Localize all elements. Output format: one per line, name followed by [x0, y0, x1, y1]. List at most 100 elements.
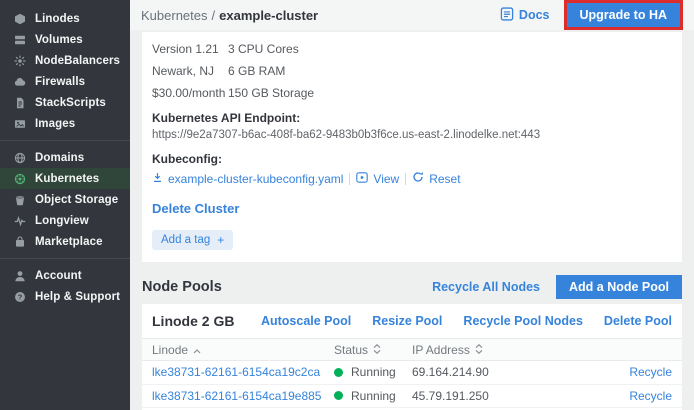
node-pools-title: Node Pools	[142, 279, 222, 295]
sidebar-item-object-storage[interactable]: Object Storage	[0, 189, 130, 210]
nodebalancers-icon	[13, 54, 26, 67]
object-storage-icon	[13, 193, 26, 206]
status-label: Running	[351, 365, 396, 379]
account-icon	[13, 269, 26, 282]
column-header-ip-address[interactable]: IP Address	[412, 343, 672, 357]
domains-icon	[13, 151, 26, 164]
table-row: lke38731-62161-6154ca19c2ca Running 69.1…	[142, 361, 682, 385]
sidebar-item-linodes[interactable]: Linodes	[0, 8, 130, 29]
breadcrumb-kubernetes-link[interactable]: Kubernetes	[141, 8, 208, 23]
longview-icon	[13, 214, 26, 227]
node-status: Running	[334, 389, 412, 403]
sidebar-item-images[interactable]: Images	[0, 113, 130, 134]
cluster-price: $30.00/month	[152, 87, 228, 100]
node-link[interactable]: lke38731-62161-6154ca19c2ca	[152, 365, 334, 379]
sidebar: Linodes Volumes NodeBalancers Firewalls	[0, 0, 130, 410]
sidebar-item-marketplace[interactable]: Marketplace	[0, 231, 130, 252]
sidebar-item-label: Firewalls	[35, 76, 85, 88]
cluster-storage: 150 GB Storage	[228, 87, 672, 100]
sidebar-divider	[0, 140, 130, 141]
stackscripts-icon	[13, 96, 26, 109]
sidebar-item-firewalls[interactable]: Firewalls	[0, 71, 130, 92]
column-label: IP Address	[412, 343, 470, 357]
plus-icon: +	[217, 233, 224, 247]
recycle-node-link[interactable]: Recycle	[629, 389, 672, 403]
node-pools-header: Node Pools Recycle All Nodes Add a Node …	[130, 275, 694, 299]
node-ip: 69.164.214.90	[412, 365, 629, 379]
delete-pool-link[interactable]: Delete Pool	[604, 314, 672, 328]
svg-text:?: ?	[17, 292, 22, 301]
kubeconfig-view-link[interactable]: View	[356, 172, 399, 186]
app-window: Linodes Volumes NodeBalancers Firewalls	[0, 0, 694, 410]
kubeconfig-label: Kubeconfig:	[152, 152, 672, 166]
node-link[interactable]: lke38731-62161-6154ca19e885	[152, 389, 334, 403]
autoscale-pool-link[interactable]: Autoscale Pool	[261, 314, 351, 328]
cluster-version: Version 1.21	[152, 43, 228, 56]
sidebar-item-help-support[interactable]: ? Help & Support	[0, 286, 130, 307]
sidebar-item-kubernetes[interactable]: Kubernetes	[0, 168, 130, 189]
kubeconfig-reset-link[interactable]: Reset	[412, 171, 460, 186]
kubeconfig-view-label: View	[373, 172, 399, 186]
table-header-row: Linode Status IP Address	[142, 338, 682, 361]
node-pools-actions: Recycle All Nodes Add a Node Pool	[432, 275, 682, 299]
recycle-node-link[interactable]: Recycle	[629, 365, 672, 379]
sidebar-item-account[interactable]: Account	[0, 265, 130, 286]
images-icon	[13, 117, 26, 130]
sidebar-item-label: Images	[35, 118, 75, 130]
upgrade-to-ha-button[interactable]: Upgrade to HA	[567, 3, 681, 27]
node-status: Running	[334, 365, 412, 379]
sidebar-item-label: Linodes	[35, 13, 80, 25]
sidebar-item-longview[interactable]: Longview	[0, 210, 130, 231]
node-pool-card: Linode 2 GB Autoscale Pool Resize Pool R…	[142, 304, 682, 410]
status-label: Running	[351, 389, 396, 403]
sidebar-item-label: Account	[35, 270, 82, 282]
cluster-region: Newark, NJ	[152, 65, 228, 78]
node-actions: Recycle	[629, 363, 672, 381]
upgrade-highlight-box: Upgrade to HA	[564, 0, 684, 30]
marketplace-icon	[13, 235, 26, 248]
status-dot-running	[334, 391, 343, 400]
pool-head: Linode 2 GB Autoscale Pool Resize Pool R…	[142, 304, 682, 338]
kubernetes-icon	[13, 172, 26, 185]
column-label: Status	[334, 343, 368, 357]
resize-pool-link[interactable]: Resize Pool	[372, 314, 442, 328]
add-node-pool-button[interactable]: Add a Node Pool	[556, 275, 682, 299]
recycle-pool-nodes-link[interactable]: Recycle Pool Nodes	[463, 314, 583, 328]
sidebar-item-label: Help & Support	[35, 291, 120, 303]
help-icon: ?	[13, 290, 26, 303]
delete-cluster-link[interactable]: Delete Cluster	[152, 201, 239, 216]
kubeconfig-reset-label: Reset	[429, 172, 460, 186]
add-tag-button[interactable]: Add a tag +	[152, 230, 233, 250]
column-header-linode[interactable]: Linode	[152, 343, 334, 357]
kubeconfig-download-link[interactable]: example-cluster-kubeconfig.yaml	[152, 172, 343, 186]
tag-row: Add a tag +	[152, 230, 672, 250]
breadcrumb-separator: /	[212, 8, 216, 23]
pool-name: Linode 2 GB	[152, 313, 234, 329]
topbar-actions: Docs Upgrade to HA	[500, 0, 683, 30]
sort-updown-icon	[475, 343, 483, 357]
volumes-icon	[13, 33, 26, 46]
sidebar-item-label: Object Storage	[35, 194, 118, 206]
linode-icon	[13, 12, 26, 25]
sidebar-item-domains[interactable]: Domains	[0, 147, 130, 168]
add-tag-label: Add a tag	[161, 234, 210, 246]
cluster-ram: 6 GB RAM	[228, 65, 672, 78]
column-label: Linode	[152, 343, 188, 357]
divider	[349, 173, 350, 185]
recycle-all-nodes-link[interactable]: Recycle All Nodes	[432, 280, 540, 294]
breadcrumb-current-cluster: example-cluster	[219, 8, 318, 23]
docs-link[interactable]: Docs	[500, 7, 550, 24]
sidebar-item-nodebalancers[interactable]: NodeBalancers	[0, 50, 130, 71]
sidebar-item-stackscripts[interactable]: StackScripts	[0, 92, 130, 113]
kubeconfig-row: example-cluster-kubeconfig.yaml View Res…	[152, 171, 672, 186]
view-icon	[356, 172, 368, 186]
sort-updown-icon	[373, 343, 381, 357]
column-header-status[interactable]: Status	[334, 343, 412, 357]
reset-icon	[412, 171, 424, 186]
status-dot-running	[334, 368, 343, 377]
pool-actions: Autoscale Pool Resize Pool Recycle Pool …	[261, 314, 672, 328]
sidebar-divider	[0, 258, 130, 259]
sidebar-item-volumes[interactable]: Volumes	[0, 29, 130, 50]
kubeconfig-filename: example-cluster-kubeconfig.yaml	[168, 172, 343, 186]
api-endpoint-label: Kubernetes API Endpoint:	[152, 111, 672, 125]
